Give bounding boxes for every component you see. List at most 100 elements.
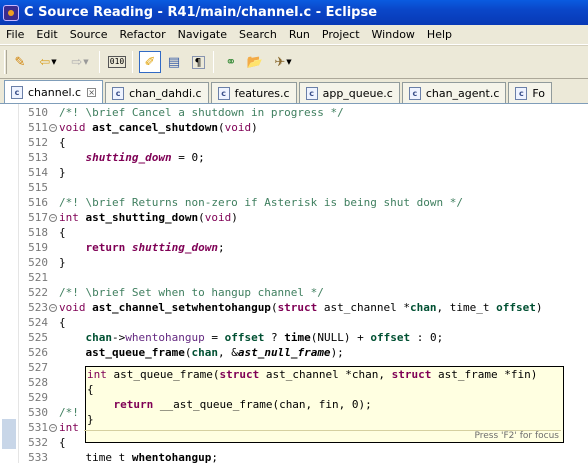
code-text: { — [59, 436, 66, 449]
annotation-ruler[interactable] — [0, 104, 19, 463]
line-number: 513 — [28, 151, 48, 164]
line-number: 515 — [28, 181, 48, 194]
menu-project[interactable]: Project — [316, 28, 366, 41]
code-text: { — [59, 226, 66, 239]
fold-toggle-icon[interactable]: − — [49, 123, 57, 132]
hover-code: int ast_queue_frame(struct ast_channel *… — [86, 367, 563, 427]
code-editor[interactable]: 510 /*! \brief Cancel a shutdown in progr… — [0, 104, 588, 463]
tab-app-queue-c[interactable]: c app_queue.c — [298, 82, 400, 103]
hover-popup[interactable]: int ast_queue_frame(struct ast_channel *… — [84, 366, 564, 443]
code-text: return shutting_down; — [59, 241, 225, 254]
fold-gutter — [49, 184, 57, 192]
tab-chan-dahdi-c[interactable]: c chan_dahdi.c — [105, 82, 209, 103]
whitespace-button[interactable]: ¶ — [187, 51, 209, 73]
fold-gutter — [49, 439, 57, 447]
fold-toggle-icon[interactable]: − — [49, 213, 57, 222]
code-line: 526 ast_queue_frame(chan, &ast_null_fram… — [20, 345, 543, 360]
new-wizard-icon: ✎ — [14, 54, 26, 70]
new-wizard-button[interactable]: ✎ — [9, 51, 31, 73]
hover-code-line: } — [86, 412, 563, 427]
fold-toggle-icon[interactable]: − — [49, 303, 57, 312]
run-external-button[interactable]: ✈ ▼ — [268, 51, 298, 73]
code-token: /*! \brief Set when to hangup channel */ — [59, 286, 324, 299]
fold-gutter — [49, 109, 57, 117]
code-token: struct — [219, 368, 260, 381]
binary-button[interactable]: 010 — [106, 51, 128, 73]
code-text: /*! \brief Cancel a shutdown in progress… — [59, 106, 344, 119]
menu-window[interactable]: Window — [366, 28, 421, 41]
forward-button[interactable]: ⇨ ▼ — [65, 51, 95, 73]
line-number: 518 — [28, 226, 48, 239]
code-line: 525 chan->whentohangup = offset ? time(N… — [20, 330, 543, 345]
window-title: C Source Reading - R41/main/channel.c - … — [24, 5, 378, 20]
line-number: 529 — [28, 391, 48, 404]
menu-source[interactable]: Source — [64, 28, 114, 41]
code-token: return — [113, 398, 160, 411]
code-text: int ast_shutting_down(void) — [59, 211, 238, 224]
code-line: 521 — [20, 270, 543, 285]
tab-chan-agent-c[interactable]: c chan_agent.c — [401, 82, 507, 103]
chevron-down-icon: ▼ — [51, 58, 57, 66]
code-token: } — [59, 166, 66, 179]
fold-gutter — [49, 154, 57, 162]
fold-gutter — [49, 364, 57, 372]
tab-features-c[interactable]: c features.c — [210, 82, 297, 103]
menu-run[interactable]: Run — [283, 28, 316, 41]
toolbar-grip[interactable] — [4, 50, 7, 74]
c-file-icon: c — [112, 86, 125, 100]
code-line: 513 shutting_down = 0; — [20, 150, 543, 165]
menu-edit[interactable]: Edit — [30, 28, 63, 41]
code-token: void — [224, 121, 252, 134]
code-token: ast_frame *fin) — [431, 368, 538, 381]
code-token: , & — [217, 346, 238, 359]
code-text: { — [59, 316, 66, 329]
line-number: 516 — [28, 196, 48, 209]
code-text: void ast_channel_setwhentohangup(struct … — [59, 301, 543, 314]
chevron-down-icon: ▼ — [83, 58, 89, 66]
close-icon[interactable]: × — [87, 87, 97, 97]
mark-occurrences-icon: ✐ — [144, 54, 156, 70]
open-folder-button[interactable]: 📂 — [244, 51, 266, 73]
line-number: 523 — [28, 301, 48, 314]
code-line: 510 /*! \brief Cancel a shutdown in progr… — [20, 105, 543, 120]
tab-channel-c[interactable]: c channel.c × — [4, 80, 104, 103]
code-token: /*! — [59, 406, 79, 419]
fold-gutter — [49, 379, 57, 387]
line-number: 510 — [28, 106, 48, 119]
tab-label: features.c — [234, 86, 290, 100]
forward-icon: ⇨ — [71, 54, 83, 70]
fold-gutter — [49, 229, 57, 237]
eclipse-app-icon — [3, 4, 19, 21]
code-token: ) — [231, 211, 238, 224]
code-text: /*! — [59, 406, 79, 419]
fold-toggle-icon[interactable]: − — [49, 423, 57, 432]
code-token: shutting_down — [85, 151, 172, 164]
code-token: struct — [277, 301, 318, 314]
menu-search[interactable]: Search — [233, 28, 283, 41]
code-token: ( — [198, 211, 205, 224]
back-button[interactable]: ⇦ ▼ — [33, 51, 63, 73]
tab-label: chan_agent.c — [425, 86, 500, 100]
outline-toggle-button[interactable]: ▤ — [163, 51, 185, 73]
c-file-icon: c — [11, 85, 23, 99]
code-line: 511− void ast_cancel_shutdown(void) — [20, 120, 543, 135]
code-token: , time_t — [436, 301, 497, 314]
line-number: 528 — [28, 376, 48, 389]
code-text: int — [59, 421, 79, 434]
hover-code-line: { — [86, 382, 563, 397]
menu-file[interactable]: File — [0, 28, 30, 41]
code-token: int — [59, 211, 86, 224]
fold-gutter — [49, 394, 57, 402]
code-token: chan — [410, 301, 437, 314]
line-number: 532 — [28, 436, 48, 449]
occurrence-marker — [2, 419, 16, 449]
tab-overflow[interactable]: c Fo — [508, 82, 553, 103]
open-type-button[interactable]: ⚭ — [220, 51, 242, 73]
code-token: whentohangup — [125, 331, 205, 344]
menu-help[interactable]: Help — [421, 28, 458, 41]
menu-refactor[interactable]: Refactor — [114, 28, 172, 41]
mark-occurrences-button[interactable]: ✐ — [139, 51, 161, 73]
code-token: ast_cancel_shutdown — [92, 121, 218, 134]
menu-navigate[interactable]: Navigate — [172, 28, 233, 41]
title-bar: C Source Reading - R41/main/channel.c - … — [0, 0, 588, 25]
